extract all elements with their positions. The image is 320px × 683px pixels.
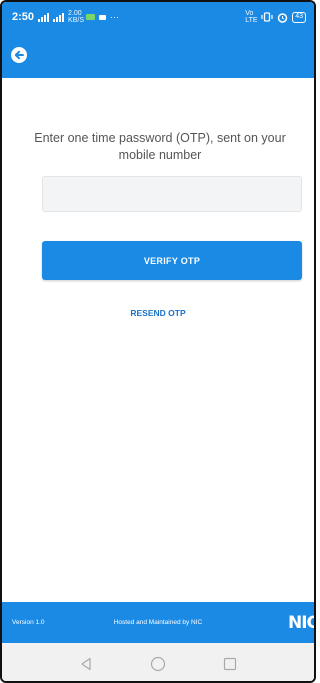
more-notifications: ···	[110, 12, 120, 22]
phone-frame: 2:50 2.00 KB/S ··· Vo LTE 43 Enter one t…	[0, 0, 316, 683]
verify-otp-button[interactable]: VERIFY OTP	[42, 241, 302, 280]
signal-icon	[38, 12, 50, 22]
recents-square-icon	[223, 657, 237, 671]
nav-back-button[interactable]	[78, 656, 94, 672]
system-nav-bar	[2, 643, 314, 681]
arrow-left-circle-icon	[14, 50, 24, 60]
notification-app-icon	[86, 14, 96, 20]
vibrate-icon	[261, 12, 273, 22]
resend-otp-link[interactable]: RESEND OTP	[2, 308, 314, 318]
footer: Version 1.0 Hosted and Maintained by NIC…	[2, 602, 314, 643]
battery-indicator: 43	[292, 11, 306, 23]
back-button[interactable]	[11, 47, 27, 63]
status-bar-left: 2:50 2.00 KB/S ···	[12, 10, 119, 24]
app-bar	[2, 32, 314, 78]
status-bar-right: Vo LTE 43	[245, 10, 306, 24]
signal-icon-2	[53, 12, 65, 22]
network-speed: 2.00 KB/S	[68, 10, 84, 24]
nav-recents-button[interactable]	[222, 656, 238, 672]
notification-message-icon	[99, 14, 107, 20]
status-time: 2:50	[12, 11, 35, 23]
otp-prompt-text: Enter one time password (OTP), sent on y…	[34, 131, 286, 162]
alarm-icon	[277, 12, 288, 23]
back-triangle-icon	[81, 657, 91, 671]
otp-form: Enter one time password (OTP), sent on y…	[2, 78, 314, 602]
status-bar: 2:50 2.00 KB/S ··· Vo LTE 43	[2, 2, 314, 32]
nav-home-button[interactable]	[150, 656, 166, 672]
home-circle-icon	[150, 656, 166, 672]
volte-indicator: Vo LTE	[245, 10, 258, 24]
hosted-by-text: Hosted and Maintained by NIC	[113, 619, 203, 626]
otp-input[interactable]	[42, 176, 302, 212]
